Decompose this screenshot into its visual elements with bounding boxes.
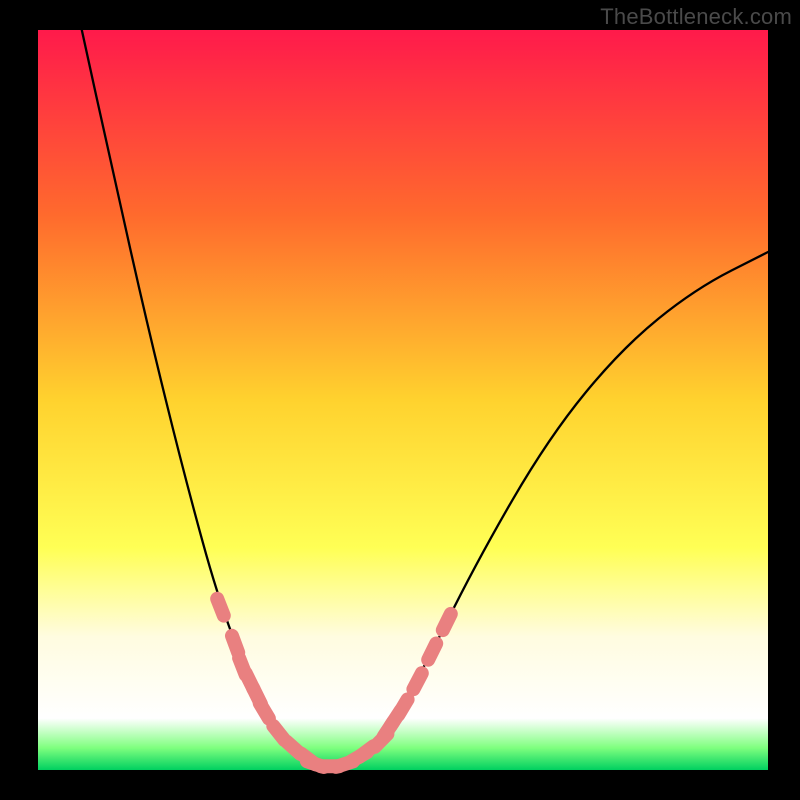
- marker-point: [398, 699, 407, 714]
- watermark-text: TheBottleneck.com: [600, 4, 792, 30]
- marker-point: [428, 644, 436, 660]
- marker-point: [217, 599, 224, 616]
- marker-point: [260, 703, 269, 718]
- plot-area: [38, 30, 768, 770]
- marker-point: [232, 636, 238, 653]
- marker-point: [413, 673, 421, 689]
- chart-stage: TheBottleneck.com: [0, 0, 800, 800]
- marker-point: [443, 614, 451, 630]
- chart-svg: [0, 0, 800, 800]
